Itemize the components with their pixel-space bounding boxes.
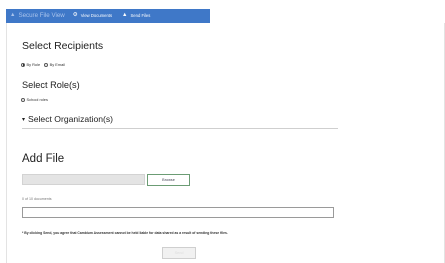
app-title-label: Secure File View <box>18 11 65 19</box>
top-bar: ▲ Secure File View ⚙ View Documents ▲ Se… <box>0 0 445 23</box>
home-icon: ▲ <box>10 12 16 19</box>
select-recipients-heading: Select Recipients <box>22 40 104 52</box>
form-panel <box>6 23 445 263</box>
radio-by-email[interactable]: By Email <box>44 62 65 67</box>
radio-by-role-label: By Role <box>26 62 41 67</box>
radio-by-email-label: By Email <box>49 62 65 67</box>
radio-by-role-input[interactable] <box>21 62 25 67</box>
school-roles-option[interactable]: School roles <box>21 97 48 102</box>
gear-icon: ⚙ <box>72 12 78 19</box>
nav-bar: ▲ Secure File View ⚙ View Documents ▲ Se… <box>6 9 210 23</box>
nav-view-documents-label: View Documents <box>80 12 113 18</box>
disclaimer-text: * By clicking Send, you agree that Cambi… <box>22 231 228 235</box>
select-organizations-toggle[interactable]: ▾ Select Organization(s) <box>22 114 113 124</box>
select-roles-heading: Select Role(s) <box>22 80 80 90</box>
add-file-heading: Add File <box>22 153 65 165</box>
browse-button[interactable]: Browse <box>147 174 190 186</box>
nav-send-files[interactable]: ▲ Send Files <box>122 13 150 19</box>
caret-icon: ▾ <box>22 116 26 123</box>
app-title[interactable]: ▲ Secure File View <box>10 11 65 19</box>
radio-by-email-input[interactable] <box>44 62 49 67</box>
radio-by-role[interactable]: By Role <box>21 62 40 67</box>
file-path-field[interactable] <box>22 174 145 185</box>
nav-view-documents[interactable]: ⚙ View Documents <box>73 13 112 19</box>
send-button[interactable]: Send <box>162 247 196 259</box>
select-organizations-label: Select Organization(s) <box>28 114 114 124</box>
user-icon: ▲ <box>122 12 128 19</box>
school-roles-input[interactable] <box>21 97 25 102</box>
organization-divider <box>22 128 338 129</box>
school-roles-label: School roles <box>26 97 48 102</box>
document-text-field[interactable] <box>22 207 334 218</box>
recipient-mode-group: By Role By Email <box>21 62 69 67</box>
nav-send-files-label: Send Files <box>130 12 151 18</box>
document-count: 0 of 10 documents <box>22 197 52 201</box>
